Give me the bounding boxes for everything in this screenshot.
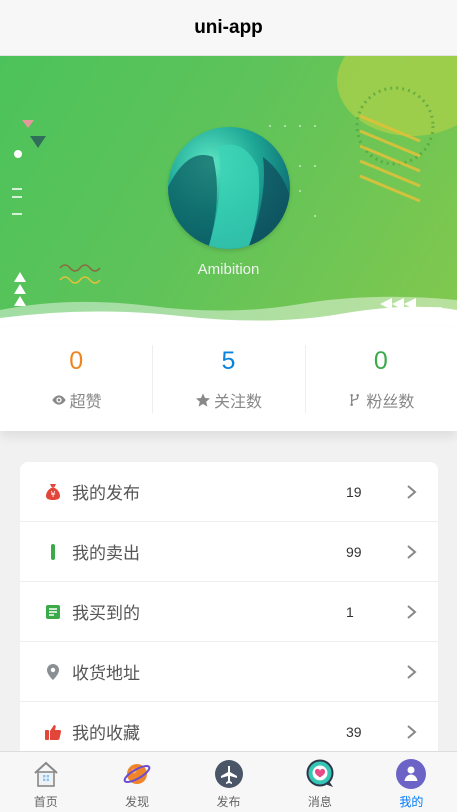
tab-label: 发布 bbox=[216, 795, 241, 809]
svg-text:¥: ¥ bbox=[50, 490, 55, 499]
stat-following-value: 5 bbox=[221, 347, 236, 375]
chevron-right-icon bbox=[407, 544, 417, 559]
banner-wave bbox=[0, 296, 457, 328]
profile-menu: ¥ 我的发布 19 我的卖出 99 我买到的 1 收货地址 我的收藏 39 bbox=[20, 462, 438, 762]
tab-discover[interactable]: 发现 bbox=[91, 752, 182, 812]
stat-likes[interactable]: 0 超赞 bbox=[0, 327, 152, 431]
tab-label: 消息 bbox=[307, 795, 332, 809]
menu-item-my-posts[interactable]: ¥ 我的发布 19 bbox=[20, 462, 438, 522]
chevron-right-icon bbox=[407, 484, 417, 499]
menu-label: 收货地址 bbox=[72, 664, 140, 683]
avatar-art bbox=[168, 144, 290, 249]
star-icon bbox=[195, 393, 210, 407]
branch-icon bbox=[350, 393, 360, 407]
page-title: uni-app bbox=[194, 16, 263, 38]
stat-following-label: 关注数 bbox=[213, 394, 262, 411]
nav-bar: uni-app bbox=[0, 0, 457, 56]
planet-icon bbox=[122, 759, 152, 789]
tab-label: 我的 bbox=[399, 795, 424, 809]
menu-count: 99 bbox=[346, 543, 362, 560]
chevron-right-icon bbox=[407, 724, 417, 739]
menu-item-address[interactable]: 收货地址 bbox=[20, 642, 438, 702]
tab-home[interactable]: 首页 bbox=[0, 752, 91, 812]
menu-item-my-sold[interactable]: 我的卖出 99 bbox=[20, 522, 438, 582]
tab-messages[interactable]: 消息 bbox=[274, 752, 365, 812]
tab-mine[interactable]: 我的 bbox=[366, 752, 457, 812]
username: Amibition bbox=[197, 261, 260, 278]
money-bag-icon: ¥ bbox=[44, 483, 62, 501]
chevron-right-icon bbox=[407, 664, 417, 679]
eye-icon bbox=[51, 395, 66, 405]
stats-panel: 0 超赞 5 关注数 0 粉丝数 bbox=[0, 327, 457, 431]
user-icon bbox=[396, 759, 427, 789]
tab-label: 首页 bbox=[33, 795, 58, 809]
bar-icon bbox=[44, 543, 62, 561]
user-avatar[interactable] bbox=[168, 127, 290, 249]
stat-likes-value: 0 bbox=[69, 347, 84, 375]
tab-label: 发现 bbox=[125, 795, 150, 809]
menu-item-my-bought[interactable]: 我买到的 1 bbox=[20, 582, 438, 642]
tab-publish[interactable]: 发布 bbox=[183, 752, 274, 812]
stat-likes-label: 超赞 bbox=[69, 394, 102, 411]
menu-count: 19 bbox=[346, 483, 362, 500]
plane-icon bbox=[214, 759, 244, 789]
chevron-right-icon bbox=[407, 604, 417, 619]
chat-heart-icon bbox=[305, 759, 335, 789]
menu-count: 1 bbox=[346, 603, 354, 620]
home-icon bbox=[31, 759, 61, 789]
tab-bar: 首页 发现 发布 消息 我的 bbox=[0, 751, 457, 812]
stat-fans[interactable]: 0 粉丝数 bbox=[304, 327, 457, 431]
thumbs-up-icon bbox=[44, 723, 62, 741]
profile-banner: Amibition bbox=[0, 56, 457, 328]
stat-following[interactable]: 5 关注数 bbox=[152, 327, 304, 431]
note-icon bbox=[44, 603, 62, 621]
stat-fans-value: 0 bbox=[373, 347, 388, 375]
menu-count: 39 bbox=[346, 723, 362, 740]
stat-fans-label: 粉丝数 bbox=[366, 394, 415, 411]
location-pin-icon bbox=[44, 663, 62, 681]
